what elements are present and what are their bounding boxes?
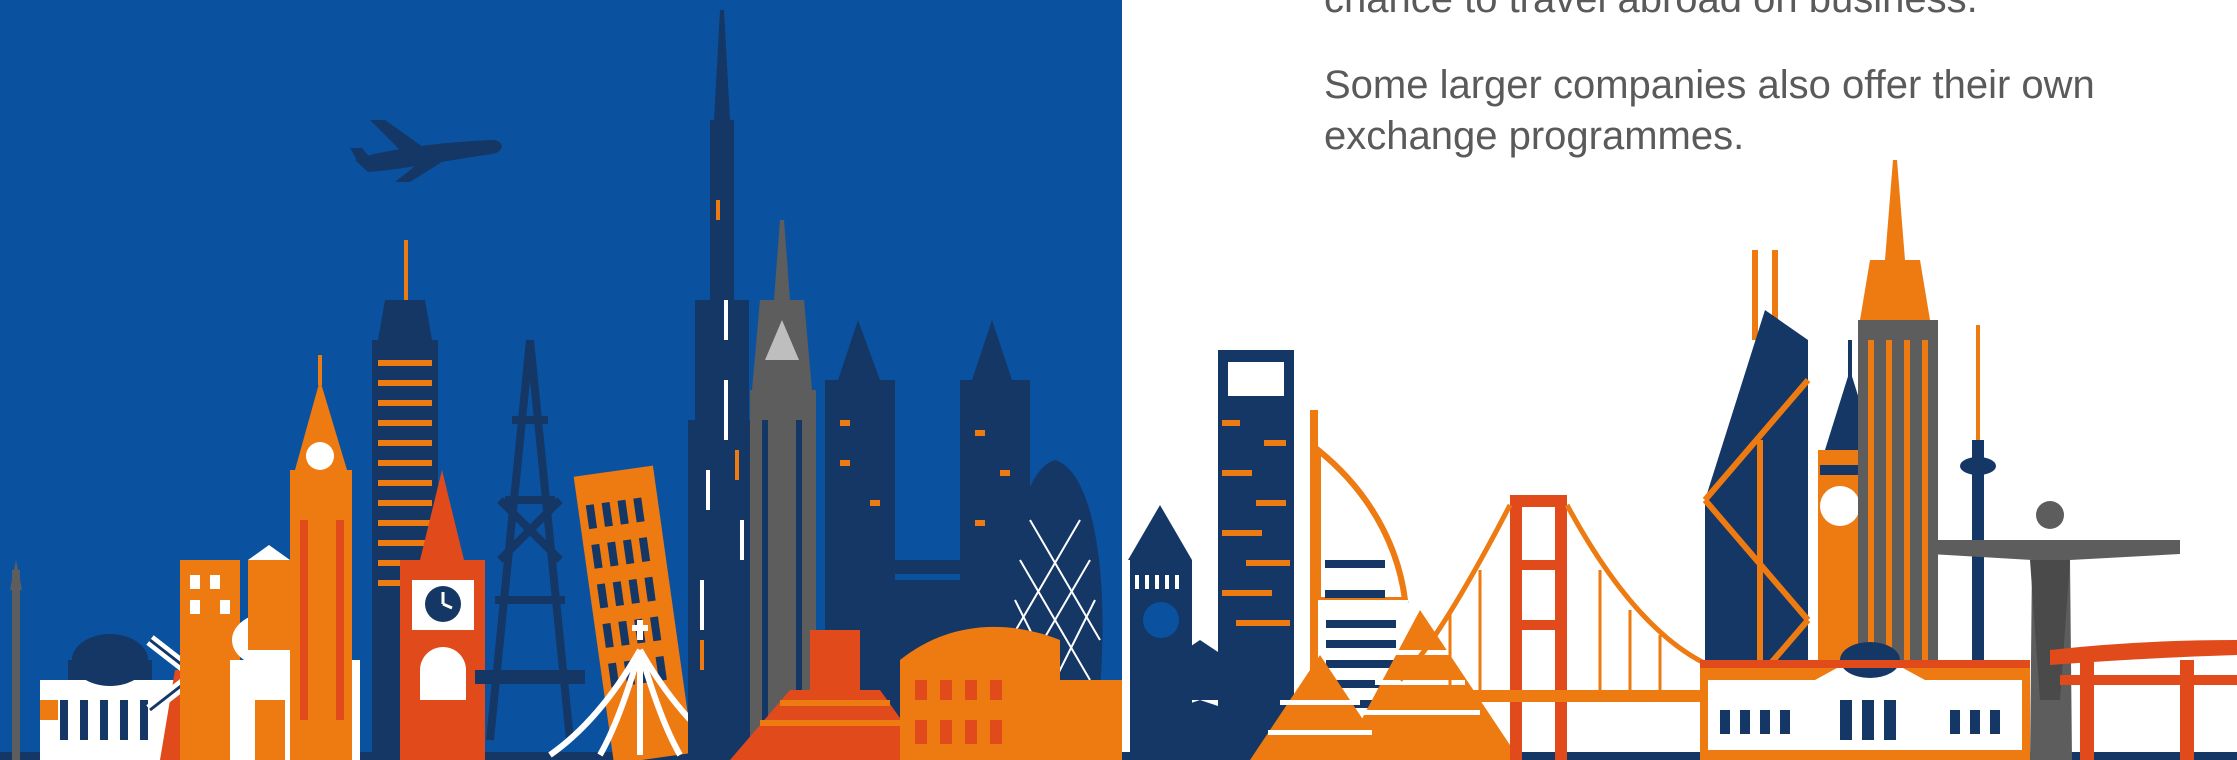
clock-icon — [425, 586, 461, 622]
paragraph-exchange: Some larger companies also offer their o… — [1324, 63, 2095, 158]
shanghai-wfc — [1218, 350, 1294, 760]
torii-gate — [2050, 640, 2237, 760]
paragraph-partial: chance to travel abroad on business. — [1324, 0, 2144, 25]
